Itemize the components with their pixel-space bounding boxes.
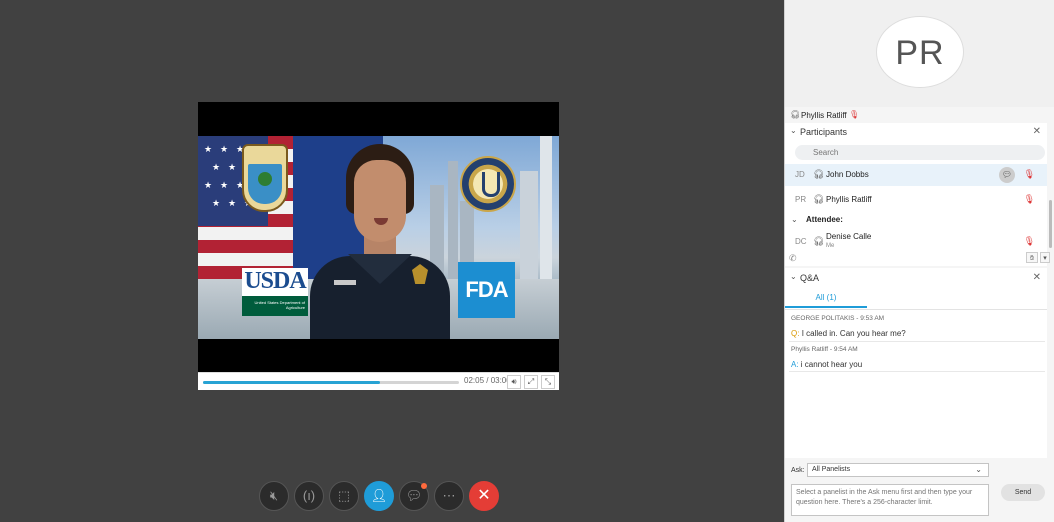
fullscreen-icon[interactable]: ⤡ <box>541 375 555 389</box>
active-speaker-name: Phyllis Ratliff <box>801 111 847 120</box>
options-icon[interactable]: ▾ <box>1040 252 1050 263</box>
question-text: I called in. Can you hear me? <box>801 329 906 338</box>
microphone-icon[interactable]: 🎙︎ <box>1024 194 1035 205</box>
chevron-down-icon: ⌄ <box>790 126 797 135</box>
participant-name: Denise Calle <box>826 232 872 241</box>
qa-question: Q: I called in. Can you hear me? <box>791 329 906 338</box>
chevron-down-icon: ⌄ <box>975 465 982 474</box>
qa-divider <box>789 341 1045 342</box>
participants-title: Participants <box>800 127 848 137</box>
chat-button[interactable]: 💬︎ <box>399 481 429 511</box>
active-speaker-bar: 🎧︎ Phyllis Ratliff 🎙︎ <box>785 107 1054 123</box>
leave-meeting-button[interactable]: ✕ <box>469 481 499 511</box>
participant-row[interactable]: JD 🎧︎ John Dobbs 💬︎ 🎙︎ <box>785 164 1047 186</box>
search-input[interactable] <box>795 145 1045 160</box>
participant-name: John Dobbs <box>826 170 869 179</box>
microphone-icon[interactable]: 🎙︎ <box>1024 169 1035 180</box>
chevron-down-icon[interactable]: ⌄ <box>791 215 798 224</box>
qa-answer: A: i cannot hear you <box>791 360 862 369</box>
phone-icon[interactable]: ✆ <box>789 253 797 264</box>
active-speaker-avatar: PR <box>876 16 964 88</box>
usda-logo-text: USDA <box>244 268 306 294</box>
qa-divider <box>789 371 1045 372</box>
headset-icon: 🎧︎ <box>813 194 825 204</box>
chevron-down-icon: ⌄ <box>790 272 797 281</box>
time-readout: 02:05 / 03:00 <box>464 376 511 385</box>
answer-text: i cannot hear you <box>800 360 863 369</box>
nameplate <box>334 280 356 285</box>
share-icon: ⬚ <box>337 488 351 503</box>
qa-answer-meta: Phyllis Ratliff - 9:54 AM <box>791 346 858 353</box>
question-prefix: Q: <box>791 329 800 338</box>
audio-connect-icon: (ı) <box>302 488 316 503</box>
meeting-stage: ★★★★ ★★★ ★★★★ ★★★ USDA United States Dep… <box>0 0 784 522</box>
more-options-button[interactable]: ⋯ <box>434 481 464 511</box>
participants-button[interactable]: 👤︎ <box>364 481 394 511</box>
microphone-icon: 🎙︎ <box>849 110 860 119</box>
question-input[interactable] <box>791 484 989 516</box>
qa-question-meta: GEORGE POLITAKIS - 9:53 AM <box>791 315 885 322</box>
attendee-label: Attendee: <box>806 215 843 224</box>
seek-progress <box>203 381 380 384</box>
close-icon[interactable]: ✕ <box>1033 126 1041 137</box>
expand-icon[interactable]: ⤢ <box>524 375 538 389</box>
chat-icon[interactable]: 💬︎ <box>999 167 1015 183</box>
participants-icon: 👤︎ <box>370 488 388 503</box>
volume-icon[interactable]: 🔊︎ <box>507 375 521 389</box>
usda-logo-subtext: United States Department of Agriculture <box>242 296 308 316</box>
send-button[interactable]: Send <box>1001 484 1045 501</box>
ask-selected-value: All Panelists <box>812 466 851 473</box>
video-player[interactable]: ★★★★ ★★★ ★★★★ ★★★ USDA United States Dep… <box>198 102 559 390</box>
microphone-slash-icon: 🔇︎ <box>269 488 279 503</box>
participant-initials: JD <box>795 170 805 179</box>
seek-bar[interactable] <box>203 381 459 384</box>
speaker-face <box>354 160 406 242</box>
participant-initials: DC <box>795 237 807 246</box>
ask-area: Ask: All Panelists ⌄ Send <box>785 458 1054 522</box>
audio-connection-button[interactable]: (ı) <box>294 481 324 511</box>
participants-header[interactable]: ⌄ Participants ✕ <box>785 123 1047 141</box>
tab-divider <box>785 309 1047 310</box>
scrollbar[interactable] <box>1049 200 1052 248</box>
usfws-badge-logo <box>242 144 288 212</box>
headset-icon: 🎧︎ <box>813 169 825 179</box>
participant-subtitle: Me <box>826 243 835 249</box>
qa-header[interactable]: ⌄ Q&A ✕ <box>785 269 1047 287</box>
ask-label: Ask: <box>791 467 805 474</box>
qa-section: ⌄ Q&A ✕ All (1) GEORGE POLITAKIS - 9:53 … <box>785 268 1047 458</box>
usda-logo: USDA United States Department of Agricul… <box>242 268 308 316</box>
participants-section: ⌄ Participants ✕ ⌕ JD 🎧︎ John Dobbs 💬︎ 🎙… <box>785 123 1050 266</box>
chat-notification-dot <box>421 483 427 489</box>
qa-title: Q&A <box>800 273 820 283</box>
answer-prefix: A: <box>791 360 799 369</box>
video-frame: ★★★★ ★★★ ★★★★ ★★★ USDA United States Dep… <box>198 136 559 339</box>
microphone-icon[interactable]: 🎙︎ <box>1024 236 1035 247</box>
more-icon: ⋯ <box>442 488 456 503</box>
fda-logo: FDA <box>458 262 515 318</box>
chat-icon: 💬︎ <box>405 488 423 503</box>
close-icon: ✕ <box>477 487 491 504</box>
tab-all[interactable]: All (1) <box>785 292 867 308</box>
close-icon[interactable]: ✕ <box>1033 272 1041 283</box>
side-panel: PR 🎧︎ Phyllis Ratliff 🎙︎ ⌄ Participants … <box>784 0 1054 522</box>
video-controls: 02:05 / 03:00 🔊︎ ⤢ ⤡ <box>198 372 559 390</box>
active-speaker-area: PR <box>785 0 1054 107</box>
raise-hand-icon[interactable]: ✋︎ <box>1026 252 1038 263</box>
mute-button[interactable]: 🔇︎ <box>259 481 289 511</box>
participant-initials: PR <box>795 195 807 204</box>
participant-row[interactable]: PR 🎧︎ Phyllis Ratliff 🎙︎ <box>785 189 1047 211</box>
share-button[interactable]: ⬚ <box>329 481 359 511</box>
cpsc-seal-logo <box>460 156 516 212</box>
participant-row[interactable]: DC 🎧︎ Denise Calle Me 🎙︎ <box>785 229 1047 251</box>
participant-name: Phyllis Ratliff <box>826 195 872 204</box>
headset-icon: 🎧︎ <box>813 236 825 246</box>
ask-recipient-select[interactable]: All Panelists ⌄ <box>807 463 989 477</box>
headset-icon: 🎧︎ <box>790 110 801 119</box>
